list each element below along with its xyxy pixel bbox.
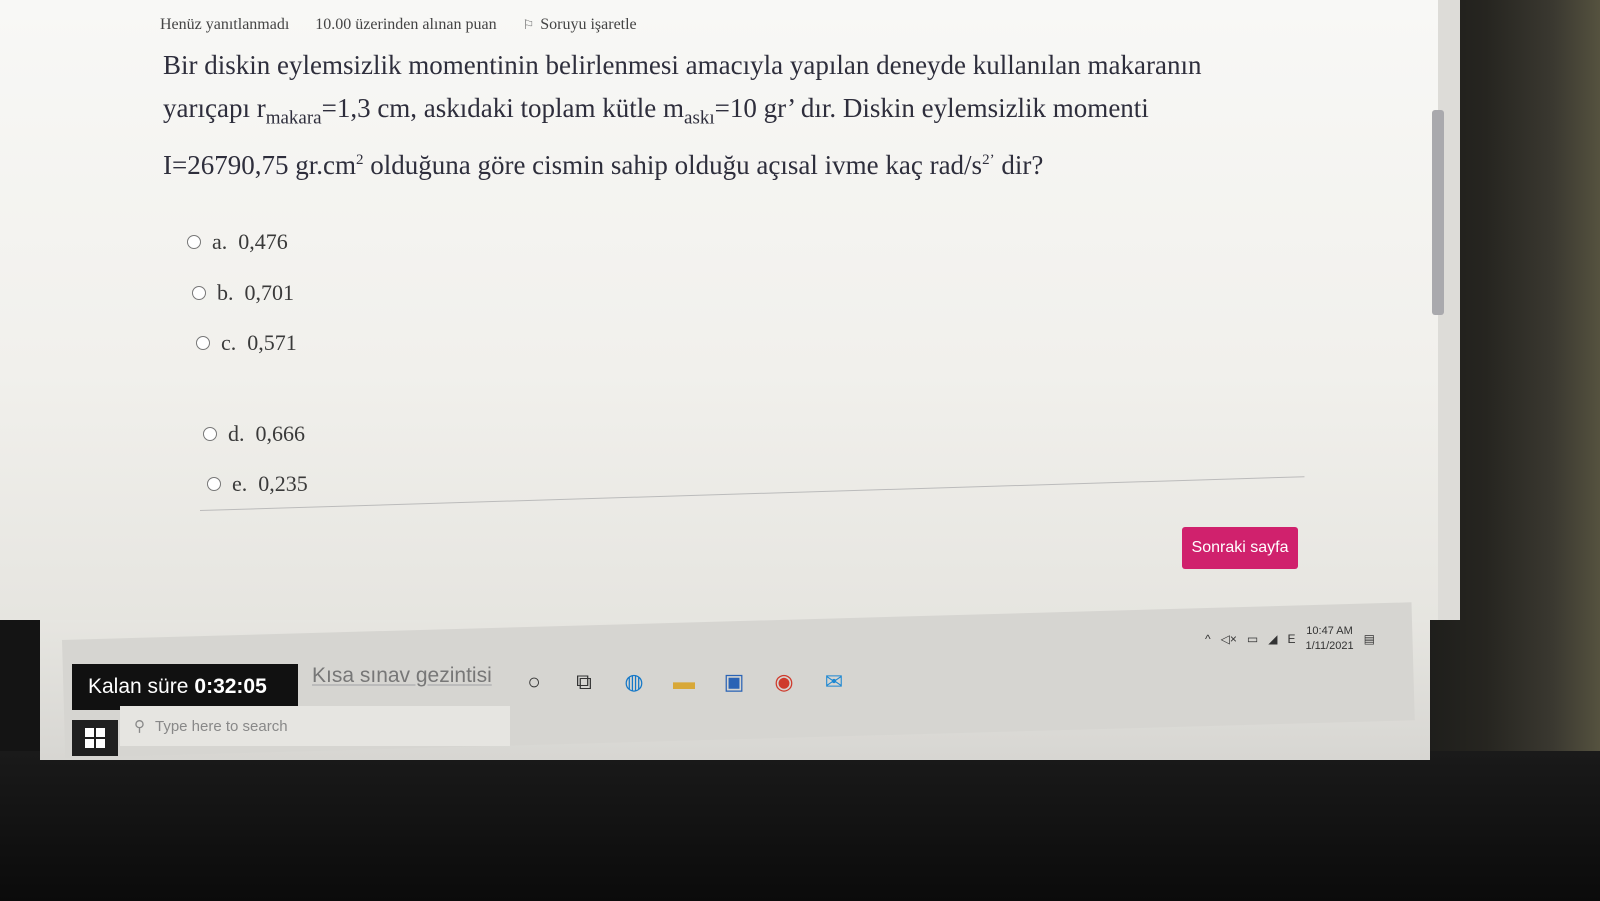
subscript-makara: makara — [265, 107, 322, 129]
option-letter: b. — [217, 280, 234, 305]
radio-button[interactable] — [187, 235, 201, 249]
flag-icon: ⚐ — [522, 17, 535, 32]
remaining-time-box: Kalan süre 0:32:05 — [72, 664, 298, 710]
flag-question-label: Soruyu işaretle — [540, 16, 637, 33]
monitor-bezel-bottom — [0, 751, 1600, 901]
answer-option-e[interactable]: e. 0,235 — [207, 471, 308, 497]
clock-date: 1/11/2021 — [1305, 640, 1354, 652]
remaining-time-label: Kalan süre — [88, 675, 189, 698]
chevron-up-icon[interactable]: ^ — [1205, 632, 1211, 646]
file-explorer-icon[interactable]: ▬ — [666, 664, 702, 700]
option-letter: d. — [228, 421, 245, 446]
answer-option-c[interactable]: c. 0,571 — [196, 330, 297, 356]
question-line-2-part-b: =1,3 cm, askıdaki toplam kütle m — [321, 93, 685, 123]
store-icon[interactable]: ▣ — [716, 664, 752, 700]
windows-start-icon — [85, 728, 105, 748]
question-score: 10.00 üzerinden alınan puan — [315, 16, 497, 33]
question-line-2-part-a: yarıçapı r — [163, 93, 266, 123]
language-icon[interactable]: E — [1287, 632, 1295, 646]
option-value: 0,476 — [238, 229, 288, 254]
taskbar-pinned-apps: ○ ⧉ ◍ ▬ ▣ ◉ ✉ — [516, 664, 852, 700]
option-letter: c. — [221, 330, 237, 355]
question-line-3-part-c: dir? — [994, 150, 1044, 181]
clock-time: 10:47 AM — [1306, 625, 1353, 637]
question-line-3-part-b: olduğuna göre cismin sahip olduğu açısal… — [363, 150, 983, 181]
notification-icon[interactable]: ▤ — [1364, 632, 1375, 646]
question-line-1: Bir diskin eylemsizlik momentinin belirl… — [163, 44, 1363, 87]
taskbar-clock[interactable]: 10:47 AM 1/11/2021 — [1305, 624, 1353, 654]
next-page-button[interactable]: Sonraki sayfa — [1182, 527, 1298, 569]
question-status: Henüz yanıtlanmadı — [160, 16, 290, 33]
radio-button[interactable] — [192, 286, 206, 300]
subscript-aski: askı — [684, 107, 715, 129]
search-placeholder: Type here to search — [155, 717, 288, 735]
question-line-3-part-a: I=26790,75 gr.cm — [163, 150, 356, 181]
quiz-navigation-link[interactable]: Kısa sınav gezintisi — [312, 664, 492, 688]
radio-button[interactable] — [203, 427, 217, 441]
content-divider — [199, 476, 1305, 511]
cortana-icon[interactable]: ○ — [516, 664, 552, 700]
flag-question-link[interactable]: ⚐ Soruyu işaretle — [523, 16, 637, 34]
answer-option-d[interactable]: d. 0,666 — [203, 421, 305, 447]
remaining-time-value: 0:32:05 — [194, 675, 267, 698]
system-tray: ^ ◁× ▭ ◢ E 10:47 AM 1/11/2021 ▤ — [1205, 620, 1410, 658]
answer-option-b[interactable]: b. 0,701 — [192, 280, 294, 306]
question-line-2-part-c: =10 gr’ dır. Diskin eylemsizlik momenti — [714, 93, 1149, 123]
option-value: 0,235 — [258, 471, 308, 496]
windows-start-button[interactable] — [72, 720, 118, 756]
radio-button[interactable] — [207, 477, 221, 491]
option-value: 0,571 — [247, 330, 297, 355]
question-info-bar: Henüz yanıtlanmadı 10.00 üzerinden alına… — [160, 16, 637, 34]
option-letter: e. — [232, 471, 248, 496]
network-icon[interactable]: ▭ — [1247, 632, 1258, 646]
option-value: 0,666 — [255, 421, 306, 446]
mail-icon[interactable]: ✉ — [816, 664, 852, 700]
question-text: Bir diskin eylemsizlik momentinin belirl… — [163, 44, 1363, 187]
superscript-s-squared: 2’ — [982, 152, 995, 169]
scrollbar-thumb[interactable] — [1432, 110, 1444, 315]
question-line-2: yarıçapı rmakara=1,3 cm, askıdaki toplam… — [163, 87, 1363, 139]
volume-muted-icon[interactable]: ◁× — [1221, 632, 1237, 646]
radio-button[interactable] — [196, 336, 210, 350]
taskbar-search-box[interactable]: ⚲ Type here to search — [120, 706, 510, 746]
question-line-3: I=26790,75 gr.cm2 olduğuna göre cismin s… — [163, 139, 1363, 187]
answer-option-a[interactable]: a. 0,476 — [187, 229, 288, 255]
chrome-icon[interactable]: ◉ — [766, 664, 802, 700]
question-line-1-text: Bir diskin eylemsizlik momentinin belirl… — [163, 50, 1202, 80]
search-icon: ⚲ — [134, 718, 145, 735]
quiz-page: Henüz yanıtlanmadı 10.00 üzerinden alına… — [0, 0, 1460, 620]
task-view-icon[interactable]: ⧉ — [566, 664, 602, 700]
option-letter: a. — [212, 229, 228, 254]
wifi-icon[interactable]: ◢ — [1268, 632, 1277, 646]
option-value: 0,701 — [244, 280, 295, 305]
edge-icon[interactable]: ◍ — [616, 664, 652, 700]
